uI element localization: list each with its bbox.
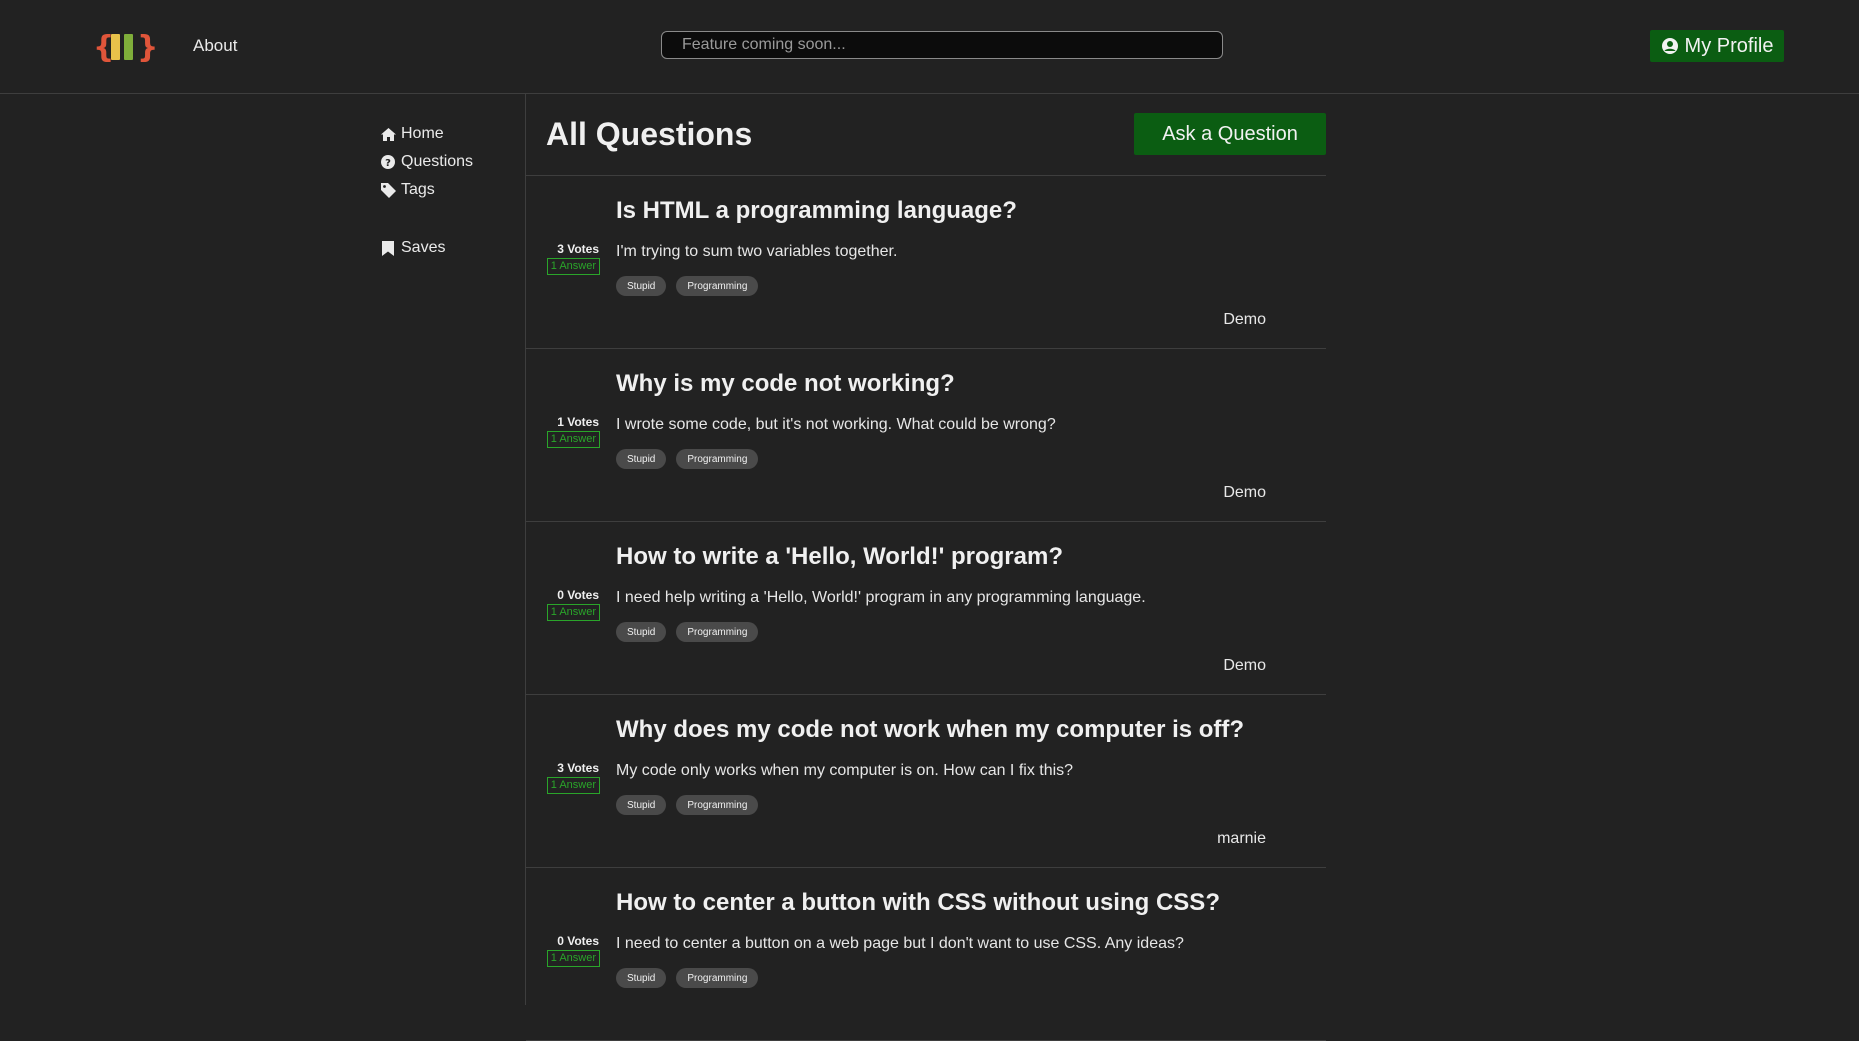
main-content: All Questions Ask a Question 3 Votes 1 A… (526, 94, 1326, 1041)
question-stats: 1 Votes 1 Answer (540, 415, 600, 448)
site-logo[interactable]: { } (93, 30, 163, 64)
about-link[interactable]: About (193, 36, 237, 56)
question-stats: 0 Votes 1 Answer (540, 588, 600, 621)
my-profile-label: My Profile (1684, 34, 1774, 57)
sidebar-item-saves[interactable]: Saves (379, 234, 519, 262)
answer-count-badge: 1 Answer (546, 777, 600, 794)
answer-count-badge: 1 Answer (546, 258, 600, 275)
vote-count: 3 Votes (557, 242, 599, 256)
svg-text:}: } (137, 30, 158, 64)
question-tags: Stupid Programming (616, 622, 768, 642)
question-circle-icon: ? (379, 155, 397, 169)
question-excerpt: My code only works when my computer is o… (616, 762, 1074, 779)
answer-count-badge: 1 Answer (546, 604, 600, 621)
question-excerpt: I wrote some code, but it's not working.… (616, 416, 1056, 433)
tag-chip[interactable]: Programming (676, 622, 759, 642)
sidebar-item-home[interactable]: Home (379, 120, 519, 148)
svg-text:?: ? (385, 158, 391, 169)
search-input[interactable] (661, 31, 1223, 59)
tag-chip[interactable]: Stupid (616, 276, 667, 296)
sidebar-item-tags[interactable]: Tags (379, 176, 519, 204)
question-stats: 3 Votes 1 Answer (540, 242, 600, 275)
sidebar: Home ? Questions Tags Saves (379, 120, 519, 262)
sidebar-item-label: Saves (401, 239, 446, 256)
question-tags: Stupid Programming (616, 795, 768, 815)
answer-count-badge: 1 Answer (546, 950, 600, 967)
tag-chip[interactable]: Stupid (616, 622, 667, 642)
vote-count: 3 Votes (557, 761, 599, 775)
vote-count: 0 Votes (557, 934, 599, 948)
tag-icon (379, 182, 397, 198)
tag-chip[interactable]: Stupid (616, 449, 667, 469)
top-navbar: { } About My Profile (0, 0, 1859, 94)
question-author[interactable]: marnie (1217, 830, 1266, 848)
question-stats: 3 Votes 1 Answer (540, 761, 600, 794)
question-excerpt: I'm trying to sum two variables together… (616, 243, 898, 260)
sidebar-item-label: Home (401, 125, 444, 142)
question-item: 3 Votes 1 Answer Why does my code not wo… (526, 695, 1326, 868)
tag-chip[interactable]: Stupid (616, 795, 667, 815)
question-title-link[interactable]: Why is my code not working? (616, 370, 955, 398)
vote-count: 1 Votes (557, 415, 599, 429)
question-tags: Stupid Programming (616, 276, 768, 296)
question-tags: Stupid Programming (616, 968, 768, 988)
question-title-link[interactable]: Is HTML a programming language? (616, 197, 1017, 225)
tag-chip[interactable]: Programming (676, 449, 759, 469)
question-author[interactable]: Demo (1223, 311, 1266, 329)
bookmark-icon (379, 240, 397, 256)
question-stats: 0 Votes 1 Answer (540, 934, 600, 967)
ask-question-button[interactable]: Ask a Question (1134, 113, 1326, 155)
question-title-link[interactable]: Why does my code not work when my comput… (616, 716, 1244, 744)
my-profile-button[interactable]: My Profile (1650, 30, 1784, 62)
tag-chip[interactable]: Programming (676, 795, 759, 815)
home-icon (379, 127, 397, 141)
tag-chip[interactable]: Programming (676, 968, 759, 988)
user-circle-icon (1661, 37, 1679, 55)
question-item: 1 Votes 1 Answer Why is my code not work… (526, 349, 1326, 522)
question-item: 0 Votes 1 Answer How to center a button … (526, 868, 1326, 1041)
question-item: 0 Votes 1 Answer How to write a 'Hello, … (526, 522, 1326, 695)
sidebar-item-label: Tags (401, 181, 435, 198)
page-title: All Questions (546, 116, 753, 152)
question-excerpt: I need to center a button on a web page … (616, 935, 1184, 952)
question-excerpt: I need help writing a 'Hello, World!' pr… (616, 589, 1146, 606)
tag-chip[interactable]: Stupid (616, 968, 667, 988)
question-item: 3 Votes 1 Answer Is HTML a programming l… (526, 176, 1326, 349)
question-title-link[interactable]: How to write a 'Hello, World!' program? (616, 543, 1063, 571)
question-tags: Stupid Programming (616, 449, 768, 469)
answer-count-badge: 1 Answer (546, 431, 600, 448)
sidebar-item-label: Questions (401, 153, 474, 170)
sidebar-item-questions[interactable]: ? Questions (379, 148, 519, 176)
main-header: All Questions Ask a Question (526, 94, 1326, 176)
tag-chip[interactable]: Programming (676, 276, 759, 296)
question-title-link[interactable]: How to center a button with CSS without … (616, 889, 1220, 917)
vote-count: 0 Votes (557, 588, 599, 602)
question-author[interactable]: Demo (1223, 657, 1266, 675)
question-author[interactable]: Demo (1223, 484, 1266, 502)
